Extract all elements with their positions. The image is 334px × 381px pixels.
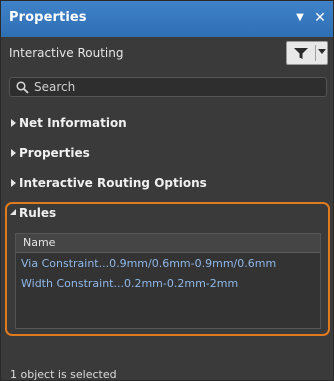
filter-funnel-icon	[294, 48, 308, 59]
section-label: Rules	[19, 206, 57, 220]
panel-titlebar[interactable]: Properties ▼ ✕	[1, 1, 333, 37]
rules-table: Name Via Constraint...0.9mm/0.6mm-0.9mm/…	[15, 233, 321, 329]
section-label: Properties	[19, 146, 90, 160]
rule-name[interactable]: Width Constraint...0.2mm-0.2mm-2mm	[21, 277, 238, 290]
panel-title: Properties	[9, 10, 87, 25]
table-header[interactable]: Name	[16, 234, 320, 253]
rule-name[interactable]: Via Constraint...0.9mm/0.6mm-0.9mm/0.6mm	[21, 257, 276, 270]
object-type-label: Interactive Routing	[9, 46, 124, 60]
expand-arrow-icon	[11, 179, 16, 187]
section-label: Interactive Routing Options	[19, 176, 207, 190]
status-text: 1 object is selected	[10, 368, 117, 381]
filter-button[interactable]	[286, 41, 328, 65]
button-separator	[315, 45, 316, 61]
expand-arrow-icon	[11, 119, 16, 127]
expand-arrow-icon	[11, 149, 16, 157]
search-box[interactable]	[9, 77, 327, 97]
search-input[interactable]	[34, 79, 314, 95]
table-row[interactable]: Width Constraint...0.2mm-0.2mm-2mm	[16, 274, 320, 294]
collapse-arrow-icon	[10, 209, 16, 215]
section-label: Net Information	[19, 116, 127, 130]
close-icon[interactable]: ✕	[313, 11, 327, 25]
properties-panel: Properties ▼ ✕ Interactive Routing Net I…	[0, 0, 334, 381]
table-row[interactable]: Via Constraint...0.9mm/0.6mm-0.9mm/0.6mm	[16, 254, 320, 274]
dropdown-triangle-icon[interactable]: ▼	[293, 11, 307, 25]
column-header-name: Name	[23, 236, 56, 249]
chevron-down-icon[interactable]	[318, 49, 326, 55]
search-icon	[16, 81, 29, 94]
